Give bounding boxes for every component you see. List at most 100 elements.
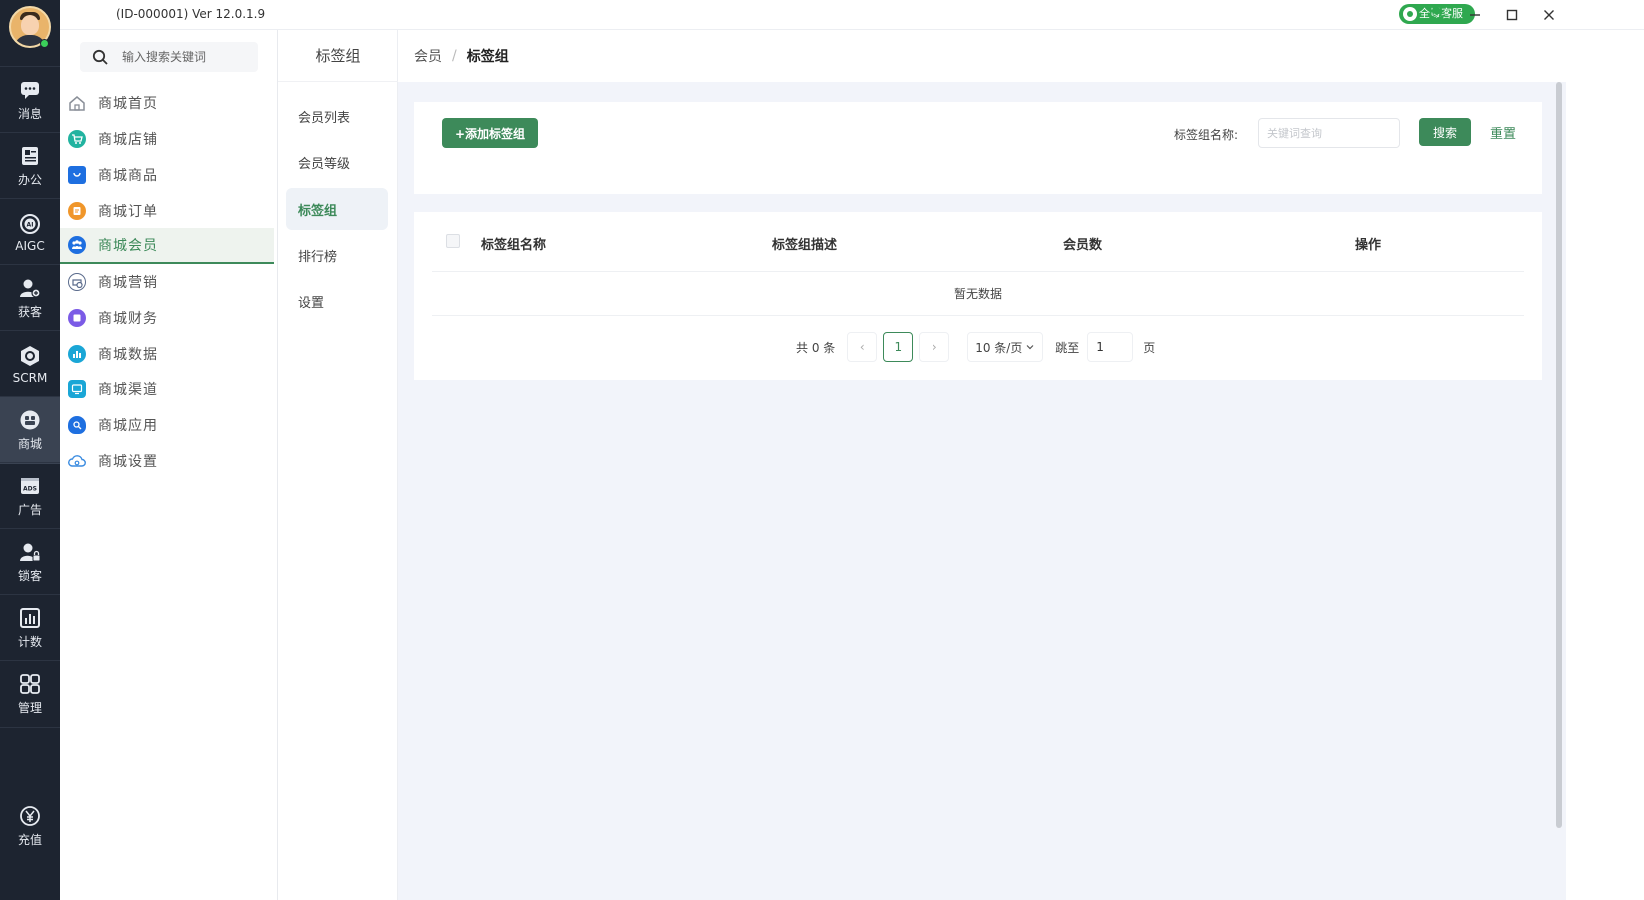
shopping-bag-icon [68, 166, 86, 184]
table-header: 标签组名称 标签组描述 会员数 操作 [432, 212, 1524, 272]
home-icon [68, 94, 86, 112]
rail-label: 消息 [17, 107, 42, 121]
page-size-value: 10 条/页 [975, 340, 1023, 355]
module-nav: 商城首页 商城店铺 商城商品 商城订单 商城会员 商城营销 商城财务 [60, 30, 278, 900]
minimize-button[interactable] [1464, 4, 1486, 26]
rail-item-scrm[interactable]: SCRM [0, 330, 60, 398]
nav-item-label: 商城设置 [98, 454, 158, 470]
nav-item-mall-finance[interactable]: 商城财务 [60, 300, 274, 336]
column-header-name: 标签组名称 [481, 238, 547, 253]
nav-item-mall-channels[interactable]: 商城渠道 [60, 371, 274, 407]
search-input[interactable] [122, 48, 252, 66]
nav-search [80, 42, 258, 72]
pagination: 共 0 条 ‹ 1 › 10 条/页 跳至 页 [796, 332, 1155, 362]
close-button[interactable] [1538, 4, 1560, 26]
sub-item-member-level[interactable]: 会员等级 [286, 141, 388, 183]
column-header-member-count: 会员数 [1063, 238, 1103, 253]
rail-item-manage[interactable]: 管理 [0, 660, 60, 728]
maximize-button[interactable] [1501, 4, 1523, 26]
rail-label: 计数 [17, 635, 42, 649]
search-button[interactable]: 搜索 [1419, 118, 1471, 146]
nav-item-label: 商城数据 [98, 347, 158, 363]
prev-page-button[interactable]: ‹ [847, 332, 878, 362]
rail-label: 办公 [17, 173, 42, 187]
jump-page-input[interactable] [1087, 332, 1134, 362]
nav-item-label: 商城渠道 [98, 382, 158, 398]
rail-label: 管理 [17, 700, 42, 715]
layers-icon[interactable] [1426, 4, 1448, 26]
finance-icon [68, 309, 86, 327]
next-page-button[interactable]: › [919, 332, 950, 362]
version-text: (ID-000001) Ver 12.0.1.9 [116, 7, 266, 21]
sub-menu-title: 标签组 [278, 30, 398, 82]
breadcrumb-parent[interactable]: 会员 [414, 46, 442, 66]
page-size-select[interactable]: 10 条/页 [967, 332, 1044, 362]
rail-label: AIGC [15, 238, 45, 253]
rail-label: 获客 [17, 305, 42, 319]
mall-icon [19, 409, 41, 431]
nav-item-label: 商城订单 [98, 204, 158, 220]
current-page[interactable]: 1 [883, 332, 914, 362]
nav-item-mall-store[interactable]: 商城店铺 [60, 121, 274, 157]
reset-button[interactable]: 重置 [1490, 123, 1516, 142]
nav-item-mall-goods[interactable]: 商城商品 [60, 157, 274, 193]
search-icon [92, 49, 108, 65]
vertical-scrollbar[interactable] [1556, 82, 1562, 828]
stats-icon [19, 607, 41, 629]
tag-group-name-label: 标签组名称: [1174, 128, 1239, 142]
app-rail: 消息 办公 AI AIGC 获客 SCRM 商城 ADS 广告 锁客 计数 管理… [0, 0, 60, 900]
svg-text:AI: AI [27, 221, 34, 228]
members-icon [68, 236, 86, 254]
add-tag-group-button[interactable]: +添加标签组 [442, 118, 538, 148]
acquire-customer-icon [19, 277, 41, 299]
nav-item-mall-orders[interactable]: 商城订单 [60, 193, 274, 229]
select-all-checkbox[interactable] [446, 234, 460, 248]
recharge-label: 充值 [17, 832, 42, 847]
nav-item-mall-marketing[interactable]: 商城营销 [60, 264, 274, 300]
nav-item-mall-members[interactable]: 商城会员 [60, 228, 274, 264]
tag-group-name-input[interactable] [1258, 118, 1400, 148]
breadcrumb-separator: / [452, 48, 457, 64]
title-bar: (ID-000001) Ver 12.0.1.9 全域客服 [60, 0, 1644, 30]
rail-item-ads[interactable]: ADS 广告 [0, 462, 60, 530]
rail-item-aigc[interactable]: AI AIGC [0, 198, 60, 266]
rail-label: 锁客 [17, 569, 42, 583]
rail-item-office[interactable]: 办公 [0, 132, 60, 200]
sub-item-settings[interactable]: 设置 [286, 280, 388, 322]
chevron-down-icon [1026, 345, 1034, 350]
rail-item-message[interactable]: 消息 [0, 66, 60, 134]
nav-item-mall-home[interactable]: 商城首页 [60, 85, 274, 121]
marketing-icon [68, 273, 86, 291]
message-icon [19, 79, 41, 101]
channel-screen-icon [68, 380, 86, 398]
online-status-icon [40, 39, 49, 48]
nav-item-mall-data[interactable]: 商城数据 [60, 336, 274, 372]
rail-item-acquire[interactable]: 获客 [0, 264, 60, 332]
grid-icon [19, 673, 41, 695]
sub-item-member-list[interactable]: 会员列表 [286, 95, 388, 137]
nav-item-label: 商城营销 [98, 275, 158, 291]
filter-card: +添加标签组 标签组名称: 搜索 重置 [414, 102, 1542, 194]
total-count: 共 0 条 [796, 340, 836, 355]
office-icon [19, 145, 41, 167]
nav-item-mall-apps[interactable]: 商城应用 [60, 407, 274, 443]
recharge-button[interactable]: 充值 [0, 792, 60, 860]
rail-item-lock-customer[interactable]: 锁客 [0, 528, 60, 596]
jump-label: 跳至 [1055, 340, 1080, 355]
yuan-coin-icon [19, 805, 41, 827]
rail-label: 商城 [17, 437, 42, 451]
nav-item-label: 商城应用 [98, 418, 158, 434]
avatar-face [21, 15, 39, 35]
nav-item-label: 商城财务 [98, 311, 158, 327]
nav-item-mall-settings[interactable]: 商城设置 [60, 443, 274, 479]
rail-item-mall[interactable]: 商城 [0, 396, 60, 464]
sub-item-tag-group[interactable]: 标签组 [286, 188, 388, 230]
nav-item-label: 商城商品 [98, 168, 158, 184]
cloud-search-icon [68, 416, 86, 434]
main-content: 会员 / 标签组 +添加标签组 标签组名称: 搜索 重置 标签组名称 标签组描述… [398, 30, 1566, 900]
nav-item-label: 商城首页 [98, 96, 158, 112]
rail-item-stats[interactable]: 计数 [0, 594, 60, 662]
sub-item-ranking[interactable]: 排行榜 [286, 234, 388, 276]
breadcrumb-current: 标签组 [466, 49, 509, 65]
svg-text:ADS: ADS [23, 486, 37, 493]
